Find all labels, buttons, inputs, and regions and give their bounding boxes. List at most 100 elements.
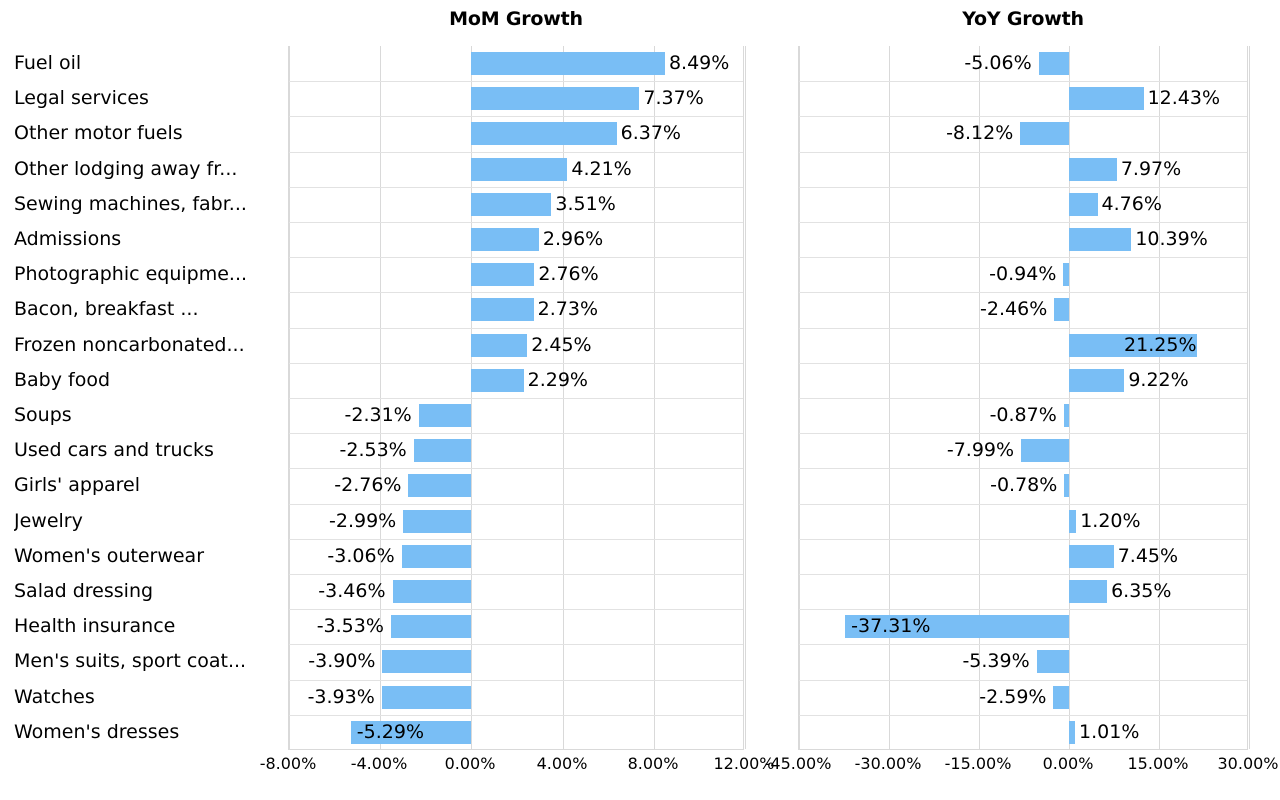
bar[interactable]: [1053, 685, 1069, 709]
bar[interactable]: [1038, 52, 1069, 75]
bar[interactable]: [1069, 368, 1125, 392]
bar-row: -0.87%: [799, 398, 1247, 433]
bar[interactable]: [401, 544, 472, 568]
category-axis-labels: Fuel oil Legal services Other motor fuels O…: [0, 46, 282, 750]
bar[interactable]: [1020, 122, 1069, 146]
bar[interactable]: [1064, 474, 1069, 498]
x-axis-tick-label: -8.00%: [259, 754, 317, 773]
category-label: Watches: [14, 685, 95, 708]
bar[interactable]: [1063, 404, 1069, 427]
bar[interactable]: [1069, 509, 1077, 533]
category-label: Fuel oil: [14, 52, 82, 74]
category-label: Photographic equipme...: [14, 263, 248, 286]
bar-value-label: -37.31%: [851, 615, 931, 638]
bar[interactable]: [1069, 580, 1108, 603]
bar[interactable]: [392, 580, 472, 603]
bar[interactable]: [471, 368, 524, 392]
bar-value-label: -0.78%: [990, 474, 1058, 497]
bar[interactable]: [471, 52, 665, 75]
bar[interactable]: [471, 122, 617, 146]
x-gridline: [745, 46, 746, 749]
bar-row: -2.31%: [289, 398, 743, 433]
bar-value-label: -2.53%: [339, 439, 407, 462]
bar[interactable]: [413, 439, 472, 463]
category-label: Bacon, breakfast ...: [14, 298, 199, 321]
bar-row: 7.97%: [799, 152, 1247, 187]
bar-value-label: 10.39%: [1135, 228, 1208, 250]
x-gridline: [1249, 46, 1250, 749]
bar-row: 21.25%: [799, 328, 1247, 363]
bar[interactable]: [1021, 439, 1069, 463]
bar[interactable]: [1069, 157, 1117, 181]
category-label: Used cars and trucks: [14, 439, 214, 462]
category-label: Jewelry: [14, 509, 83, 532]
bar-value-label: 3.51%: [555, 192, 616, 215]
x-axis-tick-label: -45.00%: [764, 754, 832, 773]
bar[interactable]: [381, 685, 472, 709]
bar[interactable]: [471, 192, 552, 216]
bar-value-label: -8.12%: [946, 122, 1014, 145]
bar[interactable]: [471, 263, 535, 287]
bar-row: 10.39%: [799, 222, 1247, 257]
bar-value-label: 2.96%: [542, 228, 604, 250]
category-label: Legal services: [14, 87, 149, 110]
bar-value-label: 12.43%: [1147, 87, 1221, 110]
bar-row: 8.49%: [289, 46, 743, 81]
bar-value-label: 21.25%: [1124, 333, 1197, 356]
bar-row: 2.29%: [289, 363, 743, 398]
x-axis-tick-label: 30.00%: [1217, 754, 1279, 773]
category-label: Admissions: [14, 228, 122, 250]
bar[interactable]: [471, 333, 528, 357]
bar-value-label: 1.20%: [1080, 509, 1141, 532]
bar-value-label: 4.21%: [571, 157, 632, 180]
bar-value-label: -7.99%: [946, 439, 1015, 462]
category-label: Women's outerwear: [14, 544, 204, 567]
bar-row: 4.76%: [799, 187, 1247, 222]
bar[interactable]: [1069, 192, 1098, 216]
x-axis-tick-label: 0.00%: [444, 754, 496, 773]
x-axis-tick-label: -15.00%: [944, 754, 1012, 773]
bar-row: -7.99%: [799, 433, 1247, 468]
bar[interactable]: [1063, 263, 1069, 287]
plot-area-mom: 8.49% 7.37% 6.37% 4.21% 3.51% 2.96% 2.76% 2.73%…: [288, 46, 746, 750]
chart-page: MoM Growth YoY Growth Fuel oil Legal serv…: [0, 0, 1280, 800]
bar-row: 3.51%: [289, 187, 743, 222]
bar[interactable]: [418, 404, 472, 427]
bar[interactable]: [1069, 87, 1144, 111]
bar-row: -0.78%: [799, 468, 1247, 503]
bar-value-label: 7.37%: [643, 87, 704, 110]
bar[interactable]: [403, 509, 472, 533]
x-axis-tick-label: 0.00%: [1042, 754, 1094, 773]
bar[interactable]: [382, 650, 472, 674]
bar[interactable]: [1054, 298, 1069, 322]
category-label: Women's dresses: [14, 720, 180, 743]
category-label: Soups: [14, 404, 72, 426]
bar[interactable]: [471, 228, 539, 251]
bar-row: -3.53%: [289, 609, 743, 644]
bar[interactable]: [471, 298, 534, 322]
bar-row: -2.46%: [799, 292, 1247, 327]
bar-value-label: -0.87%: [989, 404, 1057, 426]
bar-value-label: -2.99%: [329, 509, 397, 532]
bar[interactable]: [471, 157, 568, 181]
bar[interactable]: [408, 474, 472, 498]
bar-value-label: 4.76%: [1101, 192, 1162, 215]
bar[interactable]: [1069, 544, 1114, 568]
category-label: Girls' apparel: [14, 474, 141, 497]
category-label: Frozen noncarbonated...: [14, 333, 245, 356]
bar-value-label: 1.01%: [1079, 720, 1140, 743]
category-label: Other motor fuels: [14, 122, 183, 145]
bar-value-label: 9.22%: [1128, 368, 1189, 391]
bar-row: -2.76%: [289, 468, 743, 503]
bar[interactable]: [1036, 650, 1069, 674]
bar-row: -3.46%: [289, 574, 743, 609]
bar-row: 9.22%: [799, 363, 1247, 398]
bar[interactable]: [1069, 228, 1132, 251]
bar-row: -2.59%: [799, 680, 1247, 715]
bar[interactable]: [390, 615, 472, 639]
category-label: Other lodging away fr...: [14, 157, 238, 180]
x-axis-ticks-mom: -8.00% -4.00% 0.00% 4.00% 8.00% 12.00%: [260, 752, 775, 782]
x-axis-tick-label: 8.00%: [627, 754, 679, 773]
x-axis-ticks-yoy: -45.00% -30.00% -15.00% 0.00% 15.00% 30.00%: [765, 752, 1279, 782]
bar[interactable]: [471, 87, 640, 111]
